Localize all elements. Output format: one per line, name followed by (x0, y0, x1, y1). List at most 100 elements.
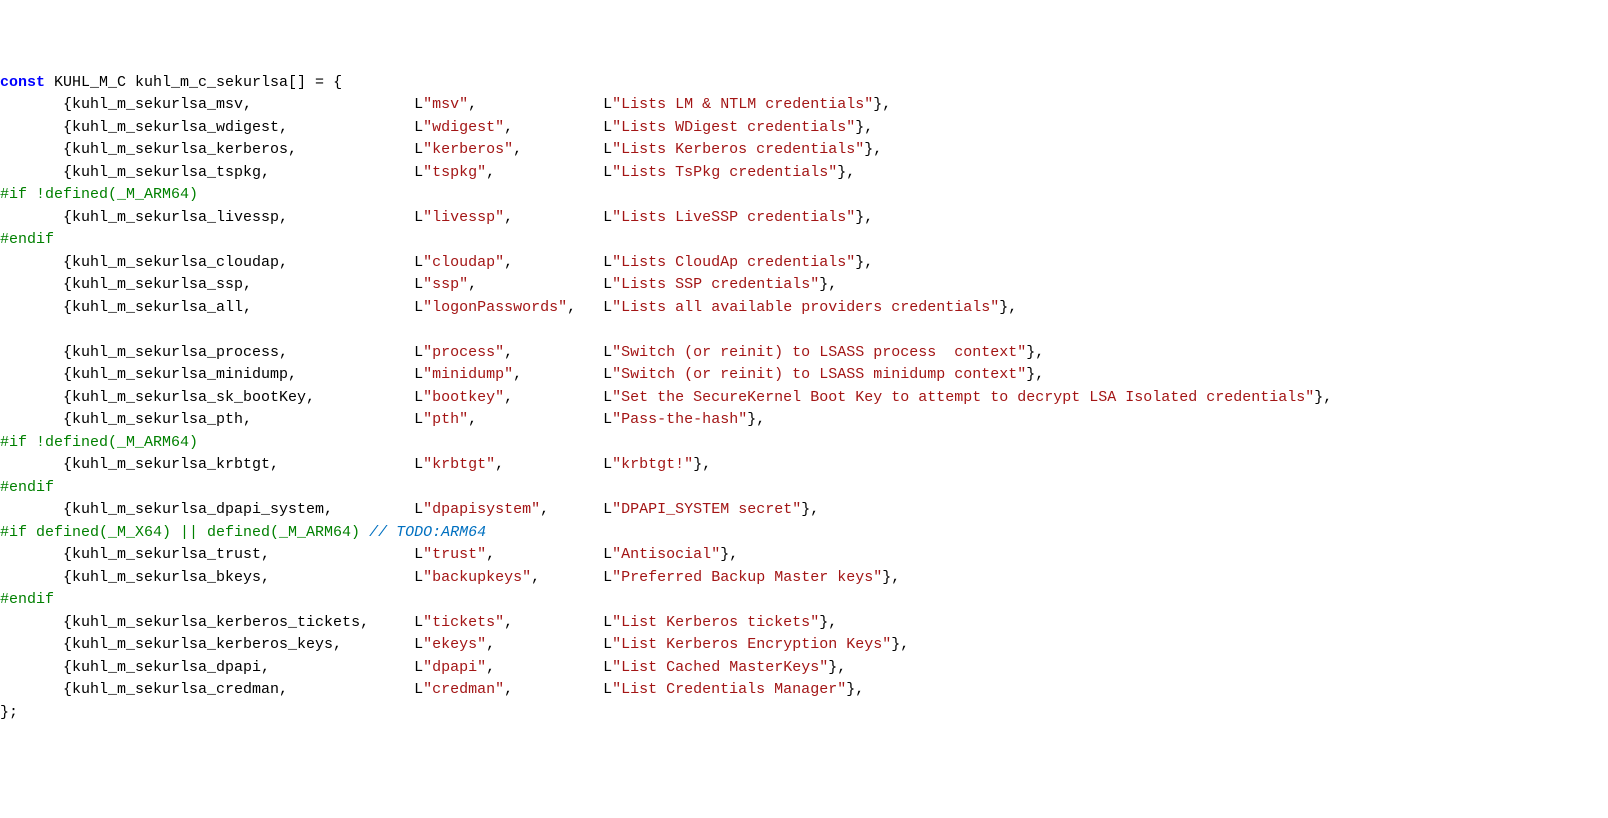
L-prefix: L (414, 119, 423, 136)
array-entry: {kuhl_m_sekurlsa_dpapi_system, L"dpapisy… (0, 499, 1608, 522)
entry-desc-string: "Switch (or reinit) to LSASS process con… (612, 344, 1026, 361)
entry-name-string: "bootkey" (423, 389, 504, 406)
entry-desc-string: "Set the SecureKernel Boot Key to attemp… (612, 389, 1314, 406)
entry-name-string: "tspkg" (423, 164, 486, 181)
col-pad (495, 164, 603, 181)
entry-name-string: "ekeys" (423, 636, 486, 653)
entry-desc-string: "Antisocial" (612, 546, 720, 563)
entry-fn: {kuhl_m_sekurlsa_livessp, (63, 209, 414, 226)
array-close: }; (0, 702, 1608, 725)
L-prefix: L (603, 389, 612, 406)
comma: , (513, 366, 522, 383)
entry-close: }, (801, 501, 819, 518)
array-entry: {kuhl_m_sekurlsa_kerberos_tickets, L"tic… (0, 612, 1608, 635)
entry-fn: {kuhl_m_sekurlsa_credman, (63, 681, 414, 698)
comma: , (486, 636, 495, 653)
L-prefix: L (603, 569, 612, 586)
comma: , (504, 209, 513, 226)
entry-fn: {kuhl_m_sekurlsa_msv, (63, 96, 414, 113)
array-entry: {kuhl_m_sekurlsa_kerberos_keys, L"ekeys"… (0, 634, 1608, 657)
entry-close: }, (747, 411, 765, 428)
entry-name-string: "dpapisystem" (423, 501, 540, 518)
entry-name-string: "backupkeys" (423, 569, 531, 586)
entry-close: }, (1026, 344, 1044, 361)
array-entry: {kuhl_m_sekurlsa_krbtgt, L"krbtgt", L"kr… (0, 454, 1608, 477)
entry-close: }, (819, 276, 837, 293)
col-pad (513, 681, 603, 698)
array-entry: {kuhl_m_sekurlsa_kerberos, L"kerberos", … (0, 139, 1608, 162)
entry-desc-string: "List Kerberos tickets" (612, 614, 819, 631)
entry-desc-string: "Lists CloudAp credentials" (612, 254, 855, 271)
entry-name-string: "dpapi" (423, 659, 486, 676)
col-pad (504, 456, 603, 473)
entry-close: }, (855, 209, 873, 226)
entry-desc-string: "List Kerberos Encryption Keys" (612, 636, 891, 653)
comma: , (468, 276, 477, 293)
array-entry: {kuhl_m_sekurlsa_all, L"logonPasswords",… (0, 297, 1608, 320)
preprocessor-line: #endif (0, 477, 1608, 500)
L-prefix: L (603, 456, 612, 473)
col-pad (549, 501, 603, 518)
col-pad (513, 614, 603, 631)
entry-name-string: "livessp" (423, 209, 504, 226)
preprocessor: #endif (0, 231, 54, 248)
L-prefix: L (603, 299, 612, 316)
entry-name-string: "minidump" (423, 366, 513, 383)
comma: , (504, 614, 513, 631)
array-entry: {kuhl_m_sekurlsa_livessp, L"livessp", L"… (0, 207, 1608, 230)
entry-fn: {kuhl_m_sekurlsa_process, (63, 344, 414, 361)
L-prefix: L (414, 614, 423, 631)
entry-desc-string: "Lists Kerberos credentials" (612, 141, 864, 158)
comma: , (486, 659, 495, 676)
L-prefix: L (414, 501, 423, 518)
col-pad (513, 344, 603, 361)
L-prefix: L (414, 546, 423, 563)
entry-fn: {kuhl_m_sekurlsa_bkeys, (63, 569, 414, 586)
L-prefix: L (603, 366, 612, 383)
col-pad (513, 389, 603, 406)
L-prefix: L (603, 411, 612, 428)
entry-close: }, (846, 681, 864, 698)
entry-fn: {kuhl_m_sekurlsa_krbtgt, (63, 456, 414, 473)
entry-name-string: "credman" (423, 681, 504, 698)
L-prefix: L (414, 164, 423, 181)
col-pad (495, 546, 603, 563)
L-prefix: L (603, 254, 612, 271)
indent (0, 546, 63, 563)
L-prefix: L (414, 209, 423, 226)
array-entry: {kuhl_m_sekurlsa_pth, L"pth", L"Pass-the… (0, 409, 1608, 432)
L-prefix: L (603, 276, 612, 293)
L-prefix: L (603, 141, 612, 158)
preprocessor: #if !defined(_M_ARM64) (0, 434, 198, 451)
comma: , (504, 344, 513, 361)
L-prefix: L (603, 636, 612, 653)
indent (0, 141, 63, 158)
entry-name-string: "logonPasswords" (423, 299, 567, 316)
indent (0, 636, 63, 653)
comma: , (504, 119, 513, 136)
comma: , (540, 501, 549, 518)
L-prefix: L (603, 614, 612, 631)
array-entry: {kuhl_m_sekurlsa_trust, L"trust", L"Anti… (0, 544, 1608, 567)
entry-name-string: "tickets" (423, 614, 504, 631)
preprocessor-line: #if defined(_M_X64) || defined(_M_ARM64)… (0, 522, 1608, 545)
L-prefix: L (414, 681, 423, 698)
preprocessor-line: #if !defined(_M_ARM64) (0, 432, 1608, 455)
indent (0, 209, 63, 226)
entry-name-string: "cloudap" (423, 254, 504, 271)
L-prefix: L (414, 366, 423, 383)
entry-fn: {kuhl_m_sekurlsa_dpapi_system, (63, 501, 414, 518)
L-prefix: L (414, 344, 423, 361)
col-pad (513, 119, 603, 136)
col-pad (576, 299, 603, 316)
entry-fn: {kuhl_m_sekurlsa_pth, (63, 411, 414, 428)
array-entry: {kuhl_m_sekurlsa_ssp, L"ssp", L"Lists SS… (0, 274, 1608, 297)
array-entry: {kuhl_m_sekurlsa_sk_bootKey, L"bootkey",… (0, 387, 1608, 410)
array-entry: {kuhl_m_sekurlsa_msv, L"msv", L"Lists LM… (0, 94, 1608, 117)
entry-desc-string: "List Credentials Manager" (612, 681, 846, 698)
entry-close: }, (819, 614, 837, 631)
col-pad (477, 96, 603, 113)
col-pad (540, 569, 603, 586)
entry-desc-string: "Lists all available providers credentia… (612, 299, 999, 316)
preprocessor: #if !defined(_M_ARM64) (0, 186, 198, 203)
